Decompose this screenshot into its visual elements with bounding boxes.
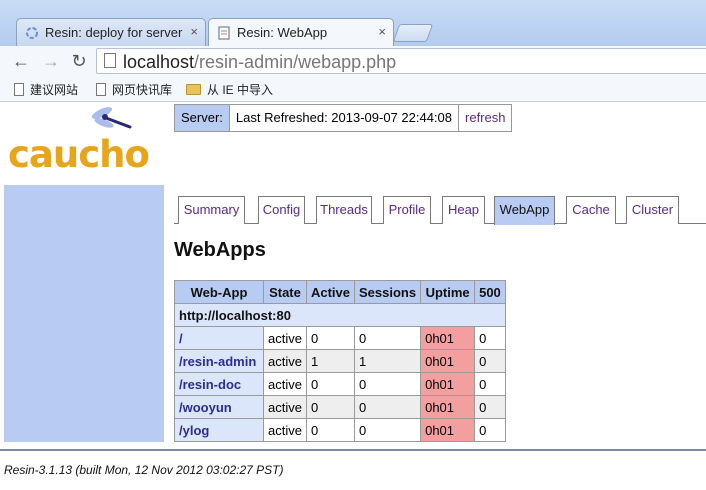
column-header: 500: [474, 280, 506, 304]
reload-icon[interactable]: ↻: [68, 50, 90, 72]
host-label: http://localhost:80: [174, 303, 506, 327]
tab-config[interactable]: Config: [258, 196, 305, 224]
address-bar[interactable]: localhost/resin-admin/webapp.php: [96, 48, 706, 74]
close-tab-icon[interactable]: ×: [378, 24, 386, 39]
last-refreshed: Last Refreshed: 2013-09-07 22:44:08: [230, 105, 460, 131]
sessions-cell: 0: [353, 395, 422, 419]
uptime-cell: 0h01: [420, 349, 476, 373]
page-icon: [14, 83, 24, 96]
errors-cell: 0: [474, 395, 506, 419]
column-header: Web-App: [174, 280, 264, 304]
tab-threads[interactable]: Threads: [316, 196, 372, 224]
webapp-link[interactable]: /resin-doc: [174, 372, 264, 396]
active-cell: 1: [305, 349, 356, 373]
logo-text: caucho: [8, 133, 150, 176]
bookmarks-bar: 建议网站 网页快讯库 从 IE 中导入: [0, 76, 706, 102]
refresh-link[interactable]: refresh: [459, 105, 511, 131]
column-header: Active: [305, 280, 356, 304]
table-row: / active 0 0 0h01 0: [174, 326, 506, 350]
active-cell: 0: [305, 418, 356, 442]
browser-tab-title: Resin: WebApp: [237, 25, 328, 40]
loading-icon: [25, 26, 39, 40]
browser-tab-webapp[interactable]: Resin: WebApp ×: [208, 18, 394, 46]
server-status-bar: Server: Last Refreshed: 2013-09-07 22:44…: [174, 104, 513, 132]
close-tab-icon[interactable]: ×: [190, 24, 198, 39]
sessions-cell: 0: [353, 326, 422, 350]
sessions-cell: 0: [353, 372, 422, 396]
sessions-cell: 1: [353, 349, 422, 373]
uptime-cell: 0h01: [420, 372, 476, 396]
bookmark-import-ie[interactable]: 从 IE 中导入: [186, 81, 273, 98]
table-row: /resin-doc active 0 0 0h01 0: [174, 372, 506, 396]
browser-tab-deploy[interactable]: Resin: deploy for server ×: [16, 18, 206, 46]
footer-divider: [0, 449, 706, 451]
page-icon: [217, 26, 231, 40]
webapp-link[interactable]: /: [174, 326, 264, 350]
folder-icon: [186, 84, 201, 95]
state-cell: active: [263, 418, 307, 442]
webapp-link[interactable]: /wooyun: [174, 395, 264, 419]
table-header-row: Web-App State Active Sessions Uptime 500: [174, 280, 506, 304]
state-cell: active: [263, 326, 307, 350]
browser-tab-title: Resin: deploy for server: [45, 25, 183, 40]
tab-webapp[interactable]: WebApp: [494, 196, 555, 225]
logo[interactable]: caucho: [4, 103, 164, 185]
uptime-cell: 0h01: [420, 418, 476, 442]
errors-cell: 0: [474, 372, 506, 396]
errors-cell: 0: [474, 326, 506, 350]
active-cell: 0: [305, 372, 356, 396]
page-icon: [104, 53, 116, 68]
webapp-link[interactable]: /ylog: [174, 418, 264, 442]
new-tab-button[interactable]: [392, 24, 434, 42]
forward-arrow-icon[interactable]: →: [40, 50, 62, 72]
admin-tabs: Summary Config Threads Profile Heap WebA…: [174, 194, 706, 225]
state-cell: active: [263, 349, 307, 373]
column-header: Sessions: [353, 280, 422, 304]
errors-cell: 0: [474, 349, 506, 373]
active-cell: 0: [305, 395, 356, 419]
table-row: /ylog active 0 0 0h01 0: [174, 418, 506, 442]
sessions-cell: 0: [353, 418, 422, 442]
sidebar: caucho: [4, 103, 164, 442]
tab-summary[interactable]: Summary: [178, 196, 245, 224]
webapps-table: Web-App State Active Sessions Uptime 500…: [174, 280, 506, 442]
state-cell: active: [263, 372, 307, 396]
page-content: caucho Server: Last Refreshed: 2013-09-0…: [0, 103, 706, 490]
page-icon: [96, 83, 106, 96]
uptime-cell: 0h01: [420, 326, 476, 350]
url-text: localhost/resin-admin/webapp.php: [123, 52, 397, 72]
bookmark-web-slice[interactable]: 网页快讯库: [96, 81, 172, 98]
uptime-cell: 0h01: [420, 395, 476, 419]
dragonfly-icon: [91, 107, 132, 129]
server-label: Server:: [175, 105, 230, 131]
bookmark-suggested-sites[interactable]: 建议网站: [14, 81, 78, 98]
column-header: Uptime: [420, 280, 476, 304]
back-arrow-icon[interactable]: ←: [10, 50, 32, 72]
webapp-link[interactable]: /resin-admin: [174, 349, 264, 373]
footer-version: Resin-3.1.13 (built Mon, 12 Nov 2012 03:…: [4, 463, 284, 477]
tab-cache[interactable]: Cache: [566, 196, 616, 224]
table-row: /wooyun active 0 0 0h01 0: [174, 395, 506, 419]
tab-heap[interactable]: Heap: [442, 196, 485, 224]
browser-toolbar: ← → ↻ localhost/resin-admin/webapp.php: [0, 46, 706, 76]
errors-cell: 0: [474, 418, 506, 442]
tab-profile[interactable]: Profile: [383, 196, 431, 224]
page-title: WebApps: [174, 239, 266, 261]
tab-cluster[interactable]: Cluster: [626, 196, 679, 224]
host-row: http://localhost:80: [174, 303, 506, 327]
active-cell: 0: [305, 326, 356, 350]
column-header: State: [263, 280, 307, 304]
browser-tab-strip: Resin: deploy for server × Resin: WebApp…: [0, 0, 706, 46]
table-row: /resin-admin active 1 1 0h01 0: [174, 349, 506, 373]
state-cell: active: [263, 395, 307, 419]
